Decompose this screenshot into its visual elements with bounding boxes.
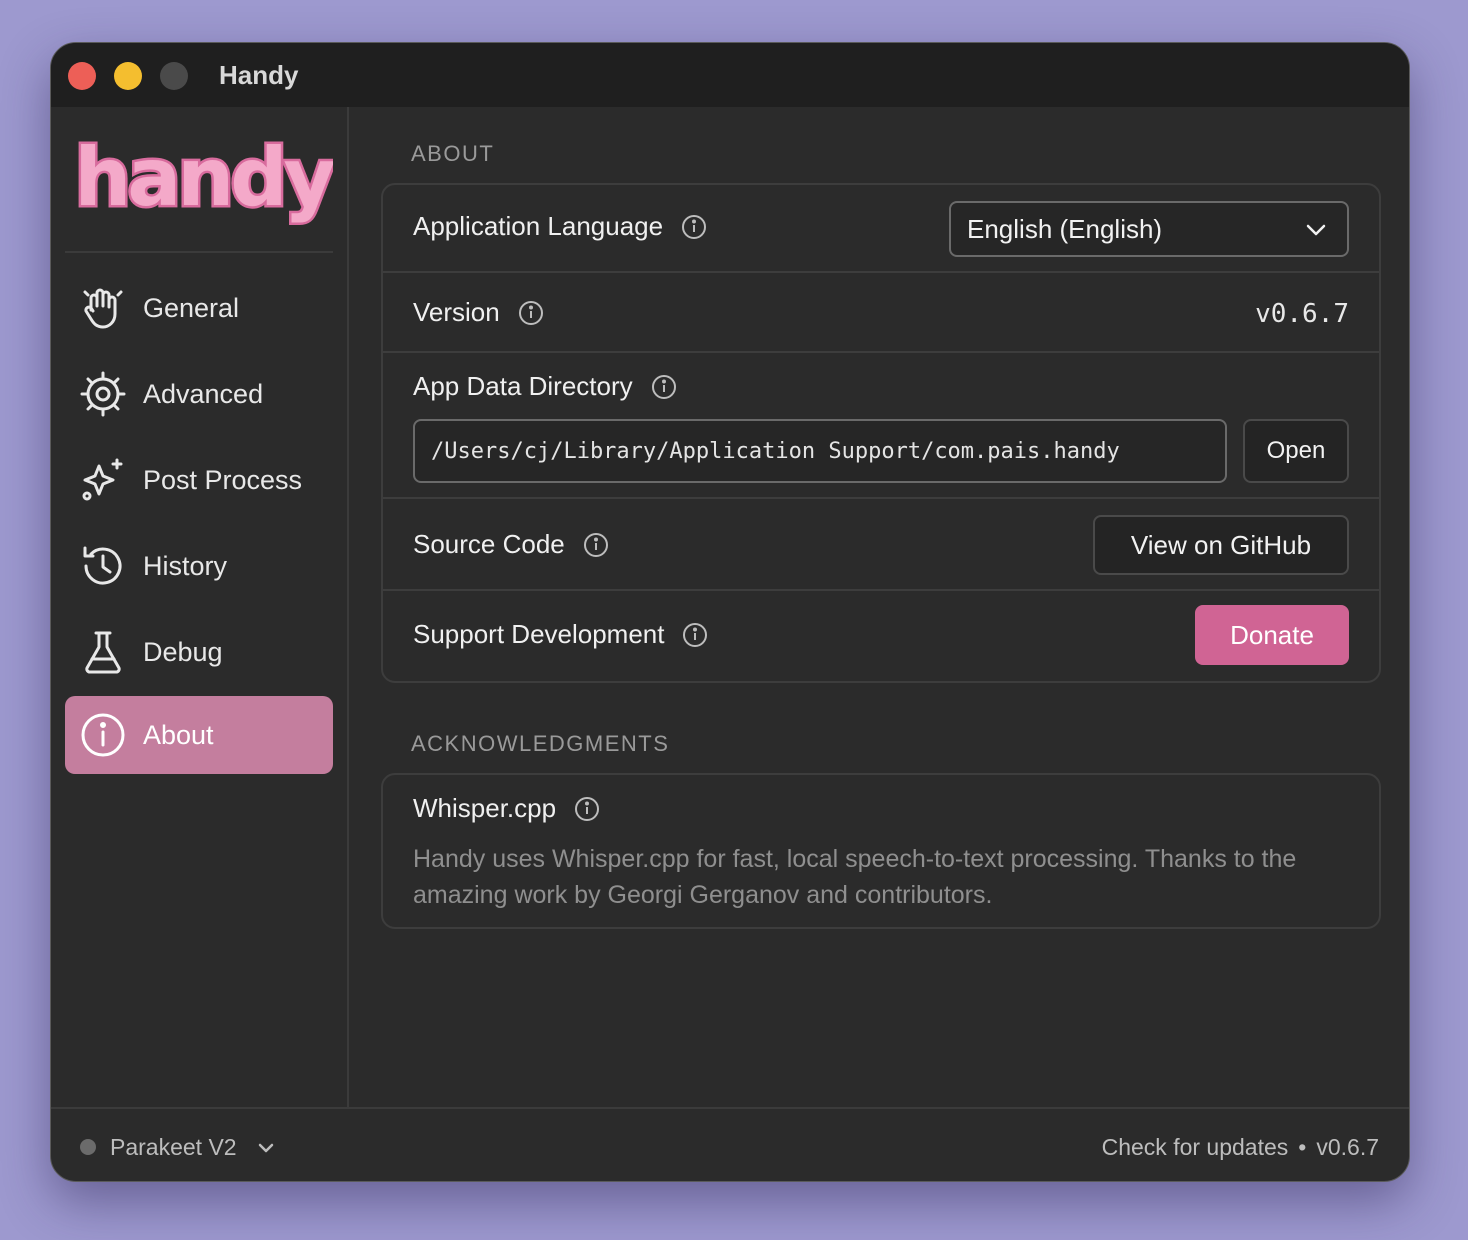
- view-on-github-button[interactable]: View on GitHub: [1093, 515, 1349, 575]
- support-label: Support Development: [413, 619, 665, 649]
- support-row: Support Development Donate: [383, 591, 1379, 681]
- sidebar-item-label: History: [143, 550, 228, 581]
- history-icon: [79, 542, 127, 590]
- whisper-description: Handy uses Whisper.cpp for fast, local s…: [413, 845, 1297, 909]
- footer-version: v0.6.7: [1316, 1134, 1379, 1160]
- open-directory-button[interactable]: Open: [1243, 419, 1349, 483]
- info-icon[interactable]: [574, 796, 600, 822]
- data-directory-row: App Data Directory /Users/cj/Library/App…: [383, 353, 1379, 499]
- language-label-group: Application Language: [413, 211, 707, 242]
- data-directory-field[interactable]: /Users/cj/Library/Application Support/co…: [413, 419, 1227, 483]
- model-selector-label[interactable]: Parakeet V2: [110, 1134, 237, 1161]
- sidebar-item-label: Debug: [143, 636, 223, 667]
- model-status-dot: [80, 1139, 96, 1155]
- maximize-window-button[interactable]: [160, 62, 188, 90]
- sidebar-item-label: About: [143, 719, 214, 750]
- version-label: Version: [413, 297, 500, 327]
- check-updates-link[interactable]: Check for updates: [1102, 1134, 1289, 1161]
- language-select[interactable]: English (English): [949, 201, 1349, 257]
- language-row: Application Language English (English): [383, 185, 1379, 273]
- gear-icon: [79, 370, 127, 418]
- info-icon[interactable]: [583, 532, 609, 558]
- support-label-group: Support Development: [413, 619, 708, 650]
- about-card: Application Language English (English) V…: [381, 183, 1381, 683]
- data-directory-label: App Data Directory: [413, 371, 633, 401]
- chevron-down-icon: [1306, 224, 1326, 236]
- about-section-title: ABOUT: [411, 141, 495, 166]
- acknowledgments-section-title: ACKNOWLEDGMENTS: [411, 731, 670, 756]
- footer-update-area: Check for updates • v0.6.7: [1102, 1134, 1379, 1161]
- sidebar-item-post-process[interactable]: Post Process: [65, 441, 333, 519]
- sparkle-icon: [79, 456, 127, 504]
- minimize-window-button[interactable]: [114, 62, 142, 90]
- hand-icon: [79, 284, 127, 332]
- whisper-title-group: Whisper.cpp: [413, 793, 600, 824]
- info-icon[interactable]: [651, 374, 677, 400]
- chevron-down-icon[interactable]: [255, 1137, 277, 1159]
- title-bar: Handy: [51, 43, 1409, 107]
- app-window: Handy handy General Advanced Post Proces…: [50, 42, 1410, 1182]
- main-content: ABOUT Application Language English (Engl…: [351, 107, 1409, 1107]
- donate-button[interactable]: Donate: [1195, 605, 1349, 665]
- source-code-label-group: Source Code: [413, 529, 609, 560]
- data-directory-label-group: App Data Directory: [413, 371, 677, 402]
- close-window-button[interactable]: [68, 62, 96, 90]
- footer-separator: •: [1298, 1134, 1307, 1160]
- sidebar-item-debug[interactable]: Debug: [65, 613, 333, 691]
- sidebar: handy General Advanced Post Process Hist…: [51, 107, 349, 1107]
- sidebar-item-advanced[interactable]: Advanced: [65, 355, 333, 433]
- sidebar-item-history[interactable]: History: [65, 527, 333, 605]
- info-icon[interactable]: [681, 214, 707, 240]
- version-value: v0.6.7: [1255, 299, 1349, 329]
- handy-logo: handy: [72, 129, 341, 229]
- source-code-row: Source Code View on GitHub: [383, 499, 1379, 591]
- info-icon: [79, 711, 127, 759]
- sidebar-item-label: Advanced: [143, 378, 264, 409]
- footer-bar: Parakeet V2 Check for updates • v0.6.7: [51, 1107, 1409, 1181]
- language-select-value: English (English): [967, 213, 1163, 244]
- sidebar-item-label: General: [143, 292, 240, 323]
- sidebar-divider: [65, 251, 333, 253]
- svg-text:handy: handy: [74, 131, 333, 224]
- sidebar-item-about[interactable]: About: [65, 696, 333, 774]
- acknowledgments-card: Whisper.cpp Handy uses Whisper.cpp for f…: [381, 773, 1381, 929]
- source-code-label: Source Code: [413, 529, 565, 559]
- whisper-title: Whisper.cpp: [413, 793, 557, 823]
- version-row: Version v0.6.7: [383, 273, 1379, 353]
- flask-icon: [79, 628, 127, 676]
- language-label: Application Language: [413, 211, 664, 241]
- sidebar-item-label: Post Process: [143, 464, 303, 495]
- sidebar-item-general[interactable]: General: [65, 269, 333, 347]
- version-label-group: Version: [413, 297, 544, 328]
- window-title: Handy: [219, 60, 299, 90]
- info-icon[interactable]: [682, 622, 708, 648]
- info-icon[interactable]: [518, 300, 544, 326]
